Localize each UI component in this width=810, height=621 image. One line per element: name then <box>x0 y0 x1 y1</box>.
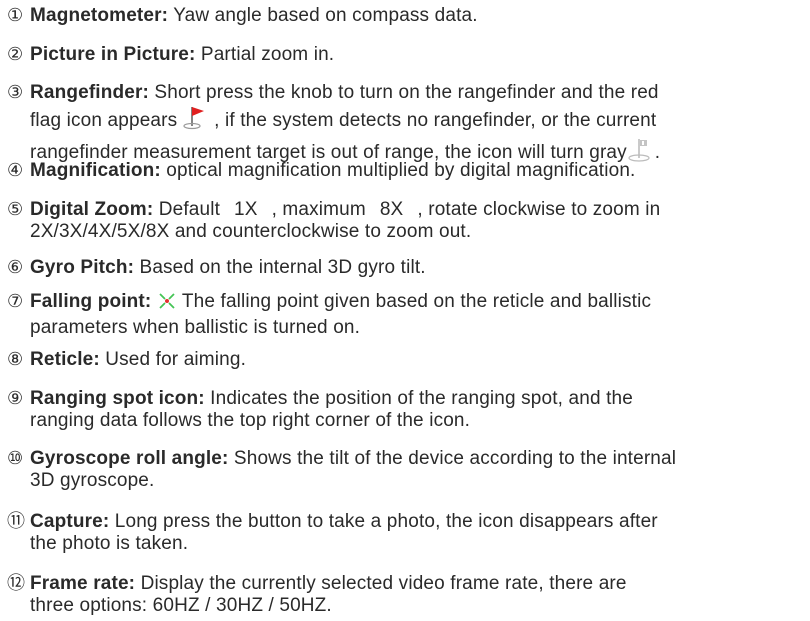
list-item-ranging-spot-icon: ⑨ Ranging spot icon: Indicates the positi… <box>7 388 810 432</box>
item-term: Ranging spot icon: <box>30 388 205 409</box>
list-item-reticle: ⑧ Reticle: Used for aiming. <box>7 349 810 371</box>
item-number: ⑦ <box>7 291 24 312</box>
item-term: Capture: <box>30 511 110 532</box>
item-term: Frame rate: <box>30 573 136 594</box>
item-description: the photo is taken. <box>30 533 189 554</box>
item-description: parameters when ballistic is turned on. <box>30 317 361 338</box>
list-item-gyro-pitch: ⑥ Gyro Pitch: Based on the internal 3D gy… <box>7 257 810 279</box>
item-description: The falling point given based on the ret… <box>181 291 652 312</box>
item-description: 2X/3X/4X/5X/8X and counterclockwise to z… <box>30 221 472 242</box>
max-zoom-value: 8X <box>379 199 404 220</box>
item-description: Indicates the position of the ranging sp… <box>204 388 633 409</box>
item-description: Display the currently selected video fra… <box>135 573 627 594</box>
list-item-capture: ⑪ Capture: Long press the button to take … <box>7 511 810 555</box>
list-item-magnetometer: ① Magnetometer: Yaw angle based on compas… <box>7 5 810 27</box>
item-number: ⑨ <box>7 388 24 409</box>
item-number: ⑧ <box>7 349 24 370</box>
feature-description-list: ① Magnetometer: Yaw angle based on compas… <box>0 0 810 621</box>
item-term: Magnification: <box>30 160 161 181</box>
item-description: Yaw angle based on compass data. <box>168 5 478 26</box>
default-zoom-value: 1X <box>234 199 258 220</box>
item-description: Long press the button to take a photo, t… <box>109 511 658 532</box>
item-number: ⑪ <box>7 511 26 532</box>
list-item-gyroscope-roll-angle: ⑩ Gyroscope roll angle: Shows the tilt of… <box>7 448 810 492</box>
item-description: , maximum <box>271 199 366 220</box>
list-item-frame-rate: ⑫ Frame rate: Display the currently selec… <box>7 573 810 617</box>
list-item-magnification: ④ Magnification: optical magnification mu… <box>7 160 810 182</box>
item-term: Reticle: <box>30 349 100 370</box>
item-number: ② <box>7 44 24 65</box>
item-number: ⑥ <box>7 257 24 278</box>
item-number: ③ <box>7 82 24 103</box>
item-number: ⑤ <box>7 199 24 220</box>
red-flag-icon <box>183 104 209 136</box>
item-term: Rangefinder: <box>30 82 149 103</box>
item-term: Magnetometer: <box>30 5 169 26</box>
item-number: ⑫ <box>7 573 26 594</box>
item-term: Gyro Pitch: <box>30 257 135 278</box>
item-description: Based on the internal 3D gyro tilt. <box>134 257 426 278</box>
item-description: flag icon appears <box>30 110 178 131</box>
item-term: Digital Zoom: <box>30 199 154 220</box>
item-description: Default <box>153 199 221 220</box>
item-number: ⑩ <box>7 448 24 469</box>
item-description: , if the system detects no rangefinder, … <box>214 110 657 131</box>
item-number: ① <box>7 5 24 26</box>
item-description: Short press the knob to turn on the rang… <box>148 82 659 103</box>
list-item-falling-point: ⑦ Falling point: The falling point given … <box>7 291 810 339</box>
list-item-digital-zoom: ⑤ Digital Zoom: Default 1X , maximum 8X , rot… <box>7 199 810 243</box>
item-description: 3D gyroscope. <box>30 470 155 491</box>
item-description: three options: 60HZ / 30HZ / 50HZ. <box>30 595 332 616</box>
item-term: Picture in Picture: <box>30 44 196 65</box>
item-number: ④ <box>7 160 24 181</box>
item-description: Used for aiming. <box>99 349 247 370</box>
falling-point-icon <box>157 291 177 317</box>
item-term: Gyroscope roll angle: <box>30 448 229 469</box>
item-description: optical magnification multiplied by digi… <box>160 160 636 181</box>
item-description: Partial zoom in. <box>195 44 335 65</box>
list-item-rangefinder: ③ Rangefinder: Short press the knob to tu… <box>7 82 810 168</box>
list-item-picture-in-picture: ② Picture in Picture: Partial zoom in. <box>7 44 810 66</box>
item-description: ranging data follows the top right corne… <box>30 410 471 431</box>
item-description: , rotate clockwise to zoom in <box>417 199 661 220</box>
item-description: Shows the tilt of the device according t… <box>228 448 677 469</box>
item-term: Falling point: <box>30 291 152 312</box>
